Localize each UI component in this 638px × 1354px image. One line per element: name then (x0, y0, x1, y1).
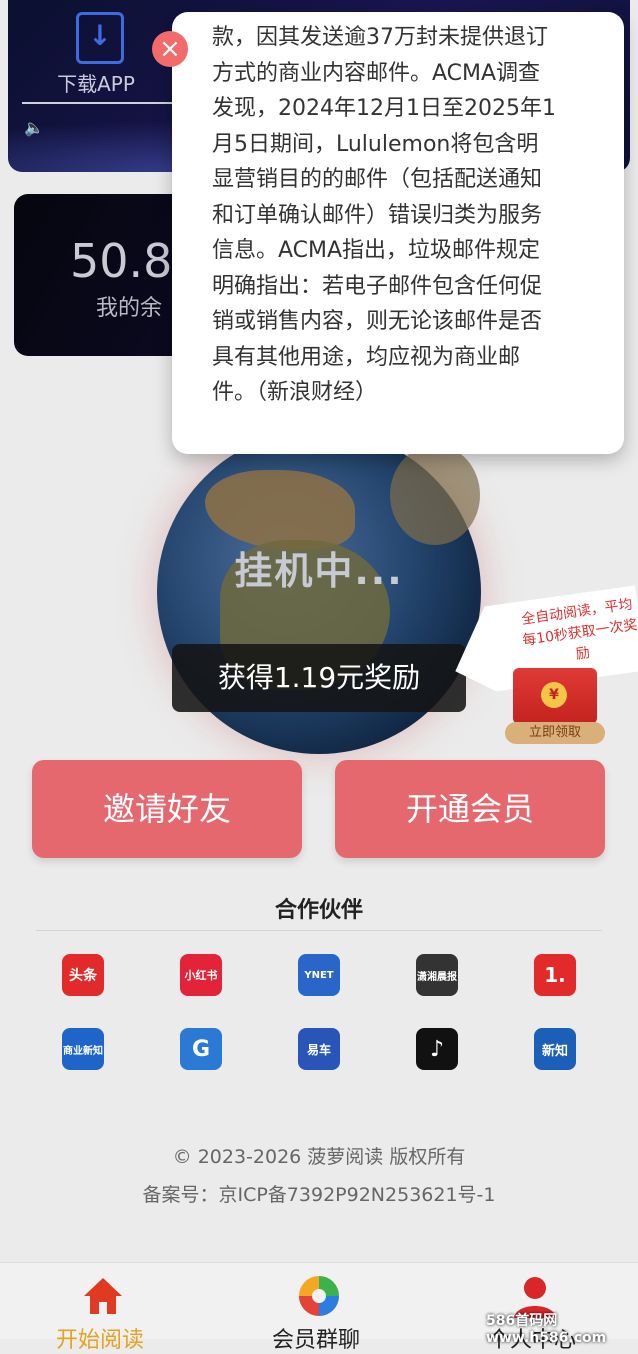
popup-line: 发现，2024年12月1日至2025年1 (212, 96, 556, 121)
aperture-icon[interactable] (296, 1274, 342, 1318)
popup-line: 信息。ACMA指出，垃圾邮件规定 (212, 238, 541, 263)
yidian-logo-icon: 1. (534, 954, 576, 996)
popup-line: 件。（新浪财经） (212, 380, 378, 405)
watermark: 586首码网 www.h586.com (486, 1313, 607, 1346)
popup-line: 款，因其发送逾37万封未提供退订 (212, 25, 548, 50)
popup-line: 方式的商业内容邮件。ACMA调查 (212, 60, 541, 86)
claim-button[interactable]: 立即领取 (505, 722, 605, 744)
g-logo-icon: G (180, 1028, 222, 1070)
news-popup-text: 款，因其发送逾37万封未提供退订 方式的商业内容邮件。ACMA调查 发现，202… (212, 20, 592, 411)
partners-title: 合作伙伴 (274, 898, 363, 923)
popup-line: 具有其他用途，均应视为商业邮 (212, 344, 521, 370)
xiaoxiang-logo-icon: 潇湘晨报 (416, 954, 458, 996)
reward-toast: 获得1.19元奖励 (172, 644, 466, 712)
download-icon[interactable] (76, 12, 124, 64)
popup-line: 明确指出：若电子邮件包含任何促 (212, 273, 543, 299)
speaker-icon: 🔈 (24, 118, 44, 137)
xiaohongshu-logo-icon: 小红书 (180, 954, 222, 996)
xinzhi-logo-icon: 新知 (534, 1028, 576, 1070)
open-vip-button[interactable]: 开通会员 (335, 760, 605, 858)
globe-landmass (390, 445, 480, 545)
tab-start-reading[interactable]: 开始阅读 (56, 1322, 144, 1354)
ynet-logo-icon: YNET (298, 954, 340, 996)
download-app-label[interactable]: 下载APP (40, 68, 152, 97)
coin-icon: ¥ (541, 682, 567, 708)
popup-line: 和订单确认邮件）错误归类为服务 (212, 202, 543, 228)
icp-text[interactable]: 备案号：京ICP备7392P92N253621号-1 (0, 1180, 638, 1207)
douyin-logo-icon: ♪ (416, 1028, 458, 1070)
shangye-logo-icon: 商业新知 (62, 1028, 104, 1070)
popup-line: 销或销售内容，则无论该邮件是否 (212, 309, 543, 334)
toutiao-logo-icon: 头条 (62, 954, 104, 996)
close-icon[interactable]: × (152, 31, 188, 67)
car-logo-icon: 易车 (298, 1028, 340, 1070)
invite-friends-button[interactable]: 邀请好友 (32, 760, 302, 858)
idle-status: 挂机中... (234, 549, 404, 593)
tab-member-chat[interactable]: 会员群聊 (272, 1322, 360, 1354)
divider (22, 102, 172, 104)
home-icon[interactable] (80, 1274, 126, 1318)
balance-amount: 50.8 (70, 234, 173, 288)
divider (36, 930, 602, 931)
copyright-text: © 2023-2026 菠萝阅读 版权所有 (172, 1146, 466, 1168)
popup-line: 显营销目的的邮件（包括配送通知 (212, 167, 543, 192)
popup-line: 月5日期间，Lululemon将包含明 (212, 131, 539, 157)
balance-label: 我的余 (96, 296, 163, 321)
